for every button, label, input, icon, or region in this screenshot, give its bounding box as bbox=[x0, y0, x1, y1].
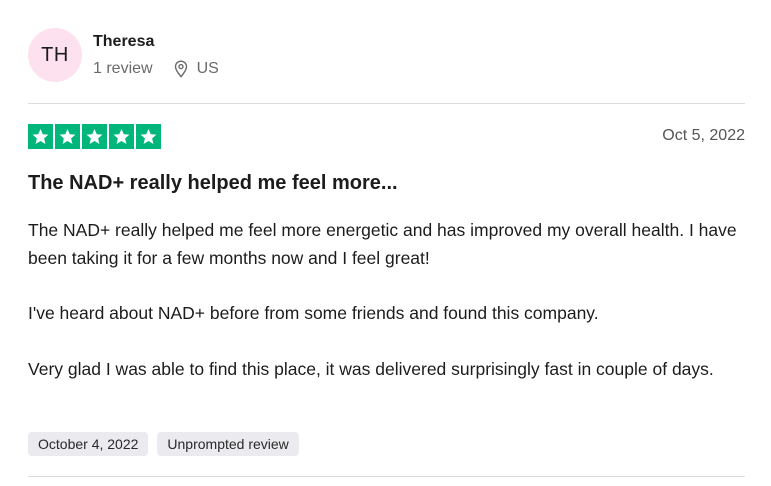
reviewer-country: US bbox=[196, 60, 219, 77]
reviewer-name[interactable]: Theresa bbox=[93, 32, 219, 52]
review-title[interactable]: The NAD+ really helped me feel more... bbox=[28, 170, 398, 196]
star-icon bbox=[82, 124, 107, 149]
review-paragraph-2: I've heard about NAD+ before from some f… bbox=[28, 303, 599, 323]
star-icon bbox=[136, 124, 161, 149]
review-type-badge[interactable]: Unprompted review bbox=[157, 432, 299, 456]
star-icon bbox=[109, 124, 134, 149]
star-rating bbox=[28, 124, 163, 149]
star-icon bbox=[55, 124, 80, 149]
reviewer-meta: 1 review US bbox=[93, 59, 219, 79]
review-card: TH Theresa 1 review US Oct 5, 2022 The N… bbox=[0, 0, 771, 486]
avatar[interactable]: TH bbox=[28, 28, 82, 82]
location-pin-icon bbox=[173, 60, 189, 78]
reviewer-header: TH Theresa 1 review US bbox=[28, 28, 219, 82]
reviewer-location: US bbox=[173, 59, 219, 79]
header-divider bbox=[28, 103, 745, 104]
review-date: Oct 5, 2022 bbox=[662, 127, 745, 144]
footer-divider bbox=[28, 476, 745, 477]
review-paragraph-3: Very glad I was able to find this place,… bbox=[28, 359, 714, 379]
star-icon bbox=[28, 124, 53, 149]
review-count: 1 review bbox=[93, 60, 153, 77]
reviewer-info: Theresa 1 review US bbox=[93, 28, 219, 79]
review-tags: October 4, 2022 Unprompted review bbox=[28, 432, 308, 456]
experience-date-badge: October 4, 2022 bbox=[28, 432, 149, 456]
review-paragraph-1: The NAD+ really helped me feel more ener… bbox=[28, 220, 737, 268]
